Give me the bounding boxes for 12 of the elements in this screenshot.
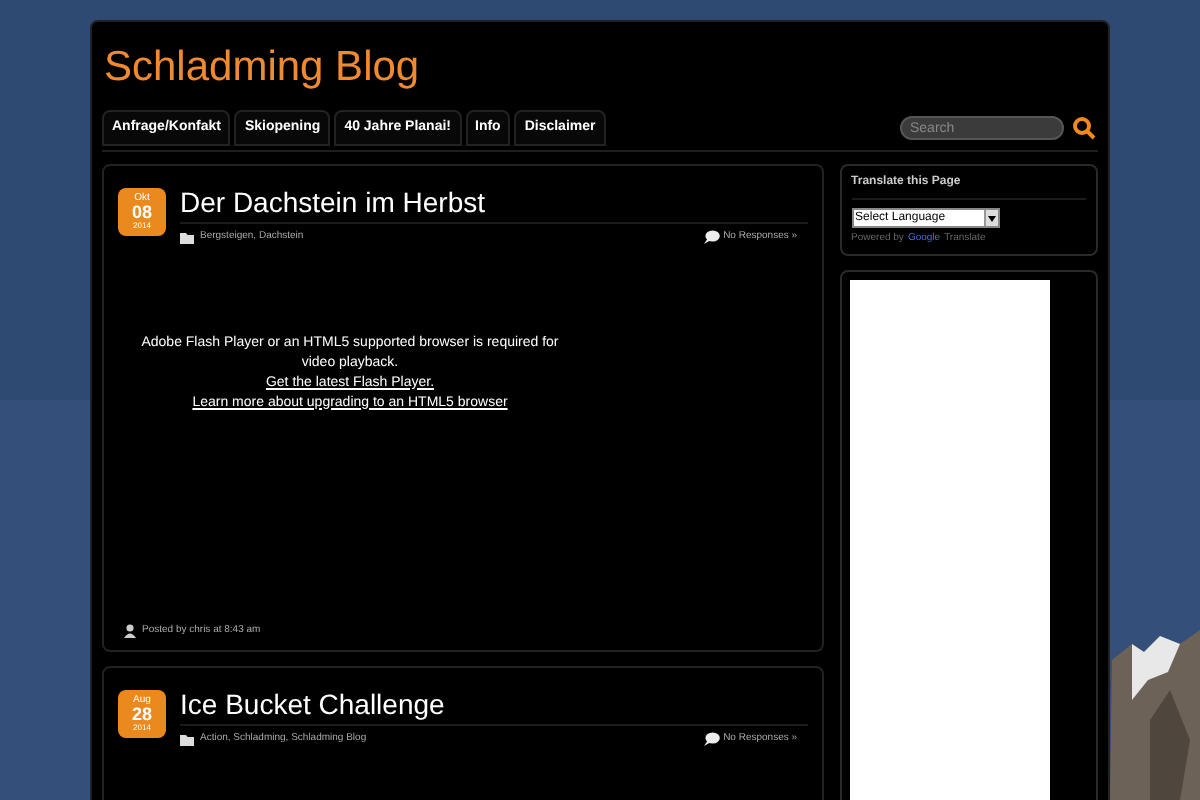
date-day: 08 [131, 204, 152, 222]
dropdown-arrow-icon [983, 210, 998, 226]
folder-icon [180, 231, 194, 244]
speech-bubble-icon [703, 732, 720, 747]
speech-bubble-icon [703, 230, 720, 245]
post-title[interactable]: Ice Bucket Challenge [180, 690, 808, 726]
search-icon[interactable] [1072, 116, 1096, 140]
site-title[interactable]: Schladming Blog [104, 46, 1098, 88]
folder-icon [180, 733, 194, 746]
user-icon [124, 623, 136, 638]
date-day: 28 [131, 706, 152, 724]
post-title[interactable]: Der Dachstein im Herbst [180, 188, 808, 224]
